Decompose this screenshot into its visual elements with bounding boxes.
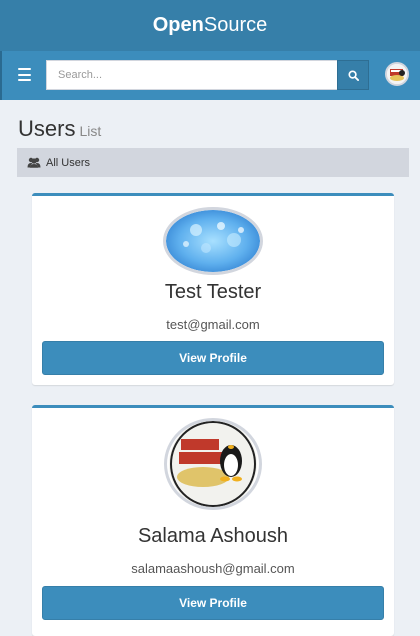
hamburger-icon[interactable] [18, 68, 31, 81]
breadcrumb-label[interactable]: All Users [46, 157, 90, 169]
page-title-text: Users [18, 116, 76, 141]
opensource-rocks-avatar-image [164, 418, 262, 510]
view-profile-button[interactable]: View Profile [42, 341, 384, 375]
page-title: Users List [18, 116, 101, 142]
search-button[interactable] [337, 60, 369, 90]
user-email: test@gmail.com [166, 317, 260, 332]
user-name: Test Tester [164, 281, 262, 303]
top-navbar [0, 51, 420, 100]
search-input[interactable] [46, 60, 338, 90]
breadcrumb: All Users [17, 148, 409, 177]
page-subtitle: List [79, 123, 102, 139]
search-icon [347, 69, 359, 81]
brand-name-bold: Open [152, 14, 204, 36]
view-profile-button[interactable]: View Profile [42, 586, 384, 620]
user-email: salamaashoush@gmail.com [131, 561, 295, 576]
brand-header: Open Source [0, 0, 420, 51]
user-card: Test Tester test@gmail.com View Profile [32, 193, 394, 385]
user-card: Salama Ashoush salamaashoush@gmail.com V… [32, 405, 394, 636]
user-name: Salama Ashoush [137, 525, 289, 547]
bokeh-avatar-image [163, 207, 263, 275]
user-avatar-icon[interactable] [385, 62, 409, 86]
brand-name-regular: Source [203, 14, 268, 36]
users-icon [27, 157, 41, 168]
